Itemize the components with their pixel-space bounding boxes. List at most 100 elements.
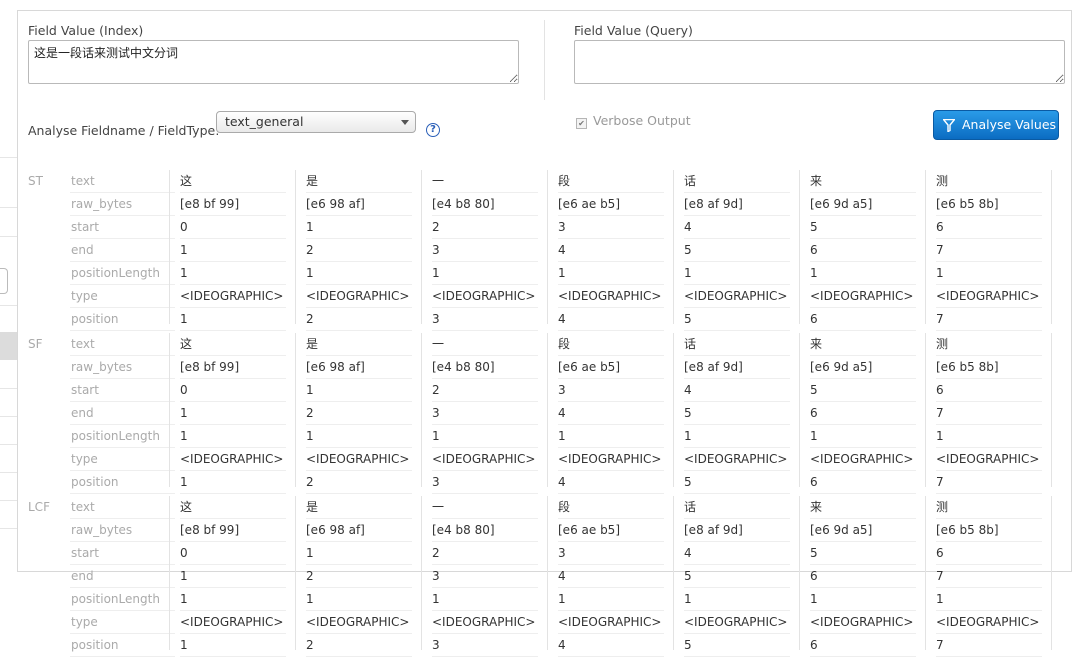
row-label: raw_bytes: [70, 519, 175, 542]
token-end-cell: 3: [432, 239, 538, 262]
token-end-cell: 2: [306, 402, 412, 425]
token-text-cell: 测: [936, 333, 1042, 356]
token-start-cell: 1: [306, 379, 412, 402]
token-text-cell: 段: [558, 170, 664, 193]
token-raw-bytes-cell: [e6 ae b5]: [558, 193, 664, 216]
token-start-cell: 5: [810, 542, 916, 565]
column-separator: [169, 333, 170, 487]
token-type-cell: <IDEOGRAPHIC>: [936, 448, 1042, 471]
verbose-output-checkbox[interactable]: ✔ Verbose Output: [576, 113, 691, 129]
token-type-cell: <IDEOGRAPHIC>: [180, 285, 286, 308]
column-separator: [925, 170, 926, 324]
column-separator: [421, 333, 422, 487]
column-divider: [544, 20, 545, 100]
token-type-cell: <IDEOGRAPHIC>: [432, 611, 538, 634]
row-labels: text raw_bytes start end positionLength type p…: [70, 333, 175, 494]
token-text-cell: 来: [810, 496, 916, 519]
row-label: type: [70, 611, 175, 634]
token-positionlength-cell: 1: [936, 262, 1042, 285]
token-end-cell: 6: [810, 239, 916, 262]
token-end-cell: 4: [558, 239, 664, 262]
token-text-cell: 一: [432, 333, 538, 356]
token-column: 段 [e6 ae b5] 3 4 1 <IDEOGRAPHIC> 4: [558, 496, 664, 657]
checkmark-icon: ✔: [576, 118, 587, 129]
token-type-cell: <IDEOGRAPHIC>: [810, 611, 916, 634]
column-separator: [1051, 496, 1052, 650]
token-end-cell: 5: [684, 565, 790, 588]
sidebar-divider: [0, 157, 17, 158]
token-column: 段 [e6 ae b5] 3 4 1 <IDEOGRAPHIC> 4: [558, 170, 664, 331]
token-type-cell: <IDEOGRAPHIC>: [684, 611, 790, 634]
token-column: 段 [e6 ae b5] 3 4 1 <IDEOGRAPHIC> 4: [558, 333, 664, 494]
token-start-cell: 3: [558, 542, 664, 565]
row-label: end: [70, 402, 175, 425]
row-label: start: [70, 216, 175, 239]
token-column: 话 [e8 af 9d] 4 5 1 <IDEOGRAPHIC> 5: [684, 496, 790, 657]
token-type-cell: <IDEOGRAPHIC>: [684, 285, 790, 308]
token-text-cell: 是: [306, 496, 412, 519]
token-text-cell: 段: [558, 496, 664, 519]
token-type-cell: <IDEOGRAPHIC>: [432, 448, 538, 471]
token-column: 来 [e6 9d a5] 5 6 1 <IDEOGRAPHIC> 6: [810, 496, 916, 657]
token-text-cell: 这: [180, 170, 286, 193]
token-column: 这 [e8 bf 99] 0 1 1 <IDEOGRAPHIC> 1: [180, 496, 286, 657]
token-raw-bytes-cell: [e6 b5 8b]: [936, 193, 1042, 216]
token-position-cell: 6: [810, 634, 916, 657]
token-position-cell: 5: [684, 634, 790, 657]
token-start-cell: 0: [180, 542, 286, 565]
token-end-cell: 6: [810, 565, 916, 588]
token-positionlength-cell: 1: [180, 588, 286, 611]
column-separator: [547, 496, 548, 650]
token-position-cell: 4: [558, 308, 664, 331]
token-raw-bytes-cell: [e6 98 af]: [306, 519, 412, 542]
token-end-cell: 7: [936, 402, 1042, 425]
token-column: 来 [e6 9d a5] 5 6 1 <IDEOGRAPHIC> 6: [810, 333, 916, 494]
row-label: end: [70, 239, 175, 262]
token-position-cell: 4: [558, 634, 664, 657]
token-column: 是 [e6 98 af] 1 2 1 <IDEOGRAPHIC> 2: [306, 333, 412, 494]
index-field-value-input[interactable]: [28, 40, 519, 84]
analyse-values-button[interactable]: Analyse Values: [933, 110, 1059, 140]
row-label: positionLength: [70, 425, 175, 448]
token-text-cell: 段: [558, 333, 664, 356]
token-start-cell: 2: [432, 542, 538, 565]
token-start-cell: 1: [306, 542, 412, 565]
token-position-cell: 2: [306, 634, 412, 657]
column-separator: [1051, 170, 1052, 324]
token-text-cell: 来: [810, 333, 916, 356]
column-separator: [295, 333, 296, 487]
row-label: positionLength: [70, 588, 175, 611]
token-positionlength-cell: 1: [558, 425, 664, 448]
fieldtype-select[interactable]: text_general: [216, 111, 416, 133]
token-text-cell: 话: [684, 333, 790, 356]
token-text-cell: 是: [306, 170, 412, 193]
token-positionlength-cell: 1: [558, 588, 664, 611]
token-positionlength-cell: 1: [684, 262, 790, 285]
row-labels: text raw_bytes start end positionLength type p…: [70, 170, 175, 331]
token-position-cell: 2: [306, 308, 412, 331]
row-label: text: [70, 170, 175, 193]
row-label: raw_bytes: [70, 193, 175, 216]
token-type-cell: <IDEOGRAPHIC>: [558, 285, 664, 308]
token-raw-bytes-cell: [e8 af 9d]: [684, 356, 790, 379]
token-text-cell: 话: [684, 170, 790, 193]
analysis-stage-sf: SF text raw_bytes start end positionLength typ…: [0, 333, 1053, 494]
token-end-cell: 1: [180, 239, 286, 262]
token-end-cell: 5: [684, 239, 790, 262]
query-field-value-input[interactable]: [574, 40, 1065, 84]
token-end-cell: 3: [432, 402, 538, 425]
token-type-cell: <IDEOGRAPHIC>: [306, 448, 412, 471]
token-column: 话 [e8 af 9d] 4 5 1 <IDEOGRAPHIC> 5: [684, 170, 790, 331]
token-positionlength-cell: 1: [306, 425, 412, 448]
token-start-cell: 4: [684, 216, 790, 239]
token-end-cell: 5: [684, 402, 790, 425]
token-start-cell: 3: [558, 379, 664, 402]
help-icon[interactable]: ?: [426, 123, 440, 137]
token-end-cell: 7: [936, 239, 1042, 262]
token-positionlength-cell: 1: [306, 588, 412, 611]
fieldtype-label: Analyse Fieldname / FieldType:: [28, 123, 220, 138]
token-raw-bytes-cell: [e4 b8 80]: [432, 356, 538, 379]
row-label: type: [70, 285, 175, 308]
token-positionlength-cell: 1: [306, 262, 412, 285]
token-position-cell: 1: [180, 308, 286, 331]
